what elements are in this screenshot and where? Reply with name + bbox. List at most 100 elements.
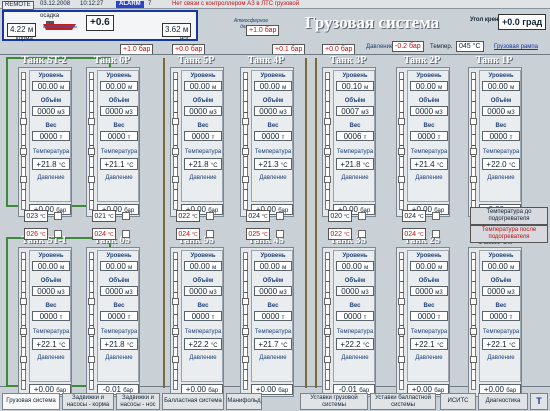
temp-number: 026 bbox=[26, 231, 39, 238]
heater-checkbox[interactable] bbox=[122, 212, 130, 220]
gauge-tick bbox=[472, 134, 476, 135]
remote-indicator: REMOTE bbox=[2, 1, 34, 10]
tank-panel[interactable]: Уровень 00.00 м Объём 0000 м3 Вес 0000 т Темпе… bbox=[240, 67, 294, 217]
heater-checkbox[interactable] bbox=[276, 230, 284, 238]
heater-checkbox[interactable] bbox=[358, 212, 366, 220]
heater-checkbox[interactable] bbox=[206, 230, 214, 238]
line-pressure-label: Давление bbox=[366, 44, 394, 50]
status-date: 03.12.2008 bbox=[40, 1, 71, 7]
nav-button[interactable]: Задвижки и насосы - нос bbox=[116, 393, 160, 410]
heater-checkbox[interactable] bbox=[122, 230, 130, 238]
nav-button[interactable]: Диагностика bbox=[478, 393, 528, 410]
pressure-label: Давление bbox=[105, 175, 133, 181]
tank-readout: Уровень 00.00 м Объём 0000 м3 Вес 0000 т Темпе… bbox=[251, 70, 293, 202]
tank-readout: Уровень 00.00 м Объём 0000 м3 Вес 0000 т Темпе… bbox=[251, 250, 293, 382]
tank-panel[interactable]: Уровень 00.00 м Объём 0000 м3 Вес 0000 т Темпе… bbox=[18, 67, 72, 217]
heater-checkbox[interactable] bbox=[54, 230, 62, 238]
temperature-unit: °C bbox=[58, 163, 66, 169]
tank-panel[interactable]: Уровень 00.00 м Объём 0000 м3 Вес 0000 т Темпе… bbox=[170, 247, 224, 397]
weight-unit: т bbox=[127, 135, 131, 141]
gauge-tick bbox=[400, 79, 404, 80]
gauge-tick bbox=[174, 259, 178, 260]
temperature-number: +21.8 bbox=[340, 160, 361, 169]
pressure-label: Давление bbox=[341, 175, 369, 181]
volume-unit: м3 bbox=[361, 110, 369, 116]
level-unit: м bbox=[128, 265, 133, 271]
gauge-tick bbox=[244, 90, 248, 91]
heater-checkbox[interactable] bbox=[432, 212, 440, 220]
gauge-tick bbox=[22, 101, 26, 102]
nav-button[interactable]: Уставки грузовой системы bbox=[300, 393, 368, 410]
tank-panel[interactable]: Уровень 00.00 м Объём 0000 м3 Вес 0000 т Темпе… bbox=[396, 67, 450, 217]
gauge-tick bbox=[244, 270, 248, 271]
alarm-button[interactable]: ALARM bbox=[116, 1, 144, 8]
nav-button[interactable]: Балластная система bbox=[162, 393, 224, 410]
temperature-label: Температура bbox=[336, 329, 374, 335]
gauge-tick bbox=[174, 112, 178, 113]
heater-checkbox[interactable] bbox=[54, 212, 62, 220]
tank-panel[interactable]: Уровень 00.00 м Объём 0000 м3 Вес 0000 т Темпе… bbox=[240, 247, 294, 397]
volume-value: 0000 м3 bbox=[100, 286, 138, 296]
gauge-tick bbox=[472, 314, 476, 315]
tank-panel[interactable]: Уровень 00.00 м Объём 0000 м3 Вес 0000 т Темпе… bbox=[322, 247, 376, 397]
gauge-tick bbox=[472, 189, 476, 190]
temperature-value: +22.0 °C bbox=[482, 158, 520, 170]
tank-panel[interactable]: Уровень 00.10 м Объём 0007 м3 Вес 0006 т Темпе… bbox=[322, 67, 376, 217]
volume-label: Объём bbox=[418, 278, 440, 284]
weight-label: Вес bbox=[423, 303, 435, 309]
cargo-ramp-link[interactable]: Грузовая рампа bbox=[494, 44, 538, 50]
temperature-value: +22.1 °C bbox=[410, 338, 448, 350]
tank-panel[interactable]: Уровень 00.00 м Объём 0000 м3 Вес 0000 т Темпе… bbox=[170, 67, 224, 217]
tank-panel[interactable]: Уровень 00.00 м Объём 0000 м3 Вес 0000 т Темпе… bbox=[468, 247, 522, 397]
pressure-label: Давление bbox=[415, 175, 443, 181]
volume-unit: м3 bbox=[57, 290, 65, 296]
tank-panel[interactable]: Уровень 00.00 м Объём 0000 м3 Вес 0000 т Темпе… bbox=[396, 247, 450, 397]
heater-checkbox[interactable] bbox=[206, 212, 214, 220]
nav-button[interactable]: Задвижки и насосы - корма bbox=[62, 393, 114, 410]
temperature-label: Температура bbox=[482, 329, 520, 335]
level-gauge bbox=[325, 252, 330, 390]
gauge-tick bbox=[472, 270, 476, 271]
gauge-tick bbox=[90, 200, 94, 201]
tank-panel[interactable]: Уровень 00.00 м Объём 0000 м3 Вес 0000 т Темпе… bbox=[18, 247, 72, 397]
valve-indicator bbox=[172, 148, 179, 155]
nav-button[interactable]: Манифольд bbox=[226, 393, 262, 410]
gauge-tick bbox=[400, 189, 404, 190]
nav-button[interactable]: Уставки балластной системы bbox=[370, 393, 436, 410]
level-value: 00.00 м bbox=[254, 81, 292, 91]
tank-panel[interactable]: Уровень 00.00 м Объём 0000 м3 Вес 0000 т Темпе… bbox=[86, 247, 140, 397]
level-label: Уровень bbox=[488, 253, 514, 259]
heater-checkbox[interactable] bbox=[358, 230, 366, 238]
gauge-tick bbox=[472, 380, 476, 381]
volume-number: 0000 bbox=[487, 287, 506, 296]
stern-draft-value: 4.22 м bbox=[7, 23, 37, 37]
temperature-number: +21.1 bbox=[104, 160, 125, 169]
pressure-label: Давление bbox=[341, 355, 369, 361]
nav-button[interactable]: Грузовая система bbox=[2, 393, 60, 410]
gauge-tick bbox=[174, 292, 178, 293]
temperature-label: Температура bbox=[410, 329, 448, 335]
heater-checkbox[interactable] bbox=[276, 212, 284, 220]
valve-indicator bbox=[172, 328, 179, 335]
gauge-tick bbox=[326, 101, 330, 102]
level-unit: м bbox=[128, 85, 133, 91]
bow-label: нос bbox=[180, 36, 190, 42]
nav-button[interactable]: ИСИТС bbox=[440, 393, 476, 410]
nav-button[interactable]: T bbox=[530, 393, 548, 410]
weight-unit: т bbox=[281, 135, 285, 141]
gauge-tick bbox=[472, 90, 476, 91]
temperature-label: Температура bbox=[32, 149, 70, 155]
tank-panel[interactable]: Уровень 00.00 м Объём 0000 м3 Вес 0000 т Темпе… bbox=[468, 67, 522, 217]
heater-checkbox[interactable] bbox=[432, 230, 440, 238]
tank-panel[interactable]: Уровень 00.00 м Объём 0000 м3 Вес 0000 т Темпе… bbox=[86, 67, 140, 217]
tank-name: Танк 3P bbox=[329, 55, 367, 66]
gauge-tick bbox=[90, 314, 94, 315]
temperature-unit: °C bbox=[436, 343, 444, 349]
gauge-tick bbox=[400, 101, 404, 102]
gauge-tick bbox=[22, 200, 26, 201]
temperature-unit: °C bbox=[58, 343, 66, 349]
level-number: 00.00 bbox=[487, 82, 508, 91]
pressure-label: Давление bbox=[487, 355, 515, 361]
temperature-label: Температура bbox=[100, 329, 138, 335]
volume-unit: м3 bbox=[57, 110, 65, 116]
